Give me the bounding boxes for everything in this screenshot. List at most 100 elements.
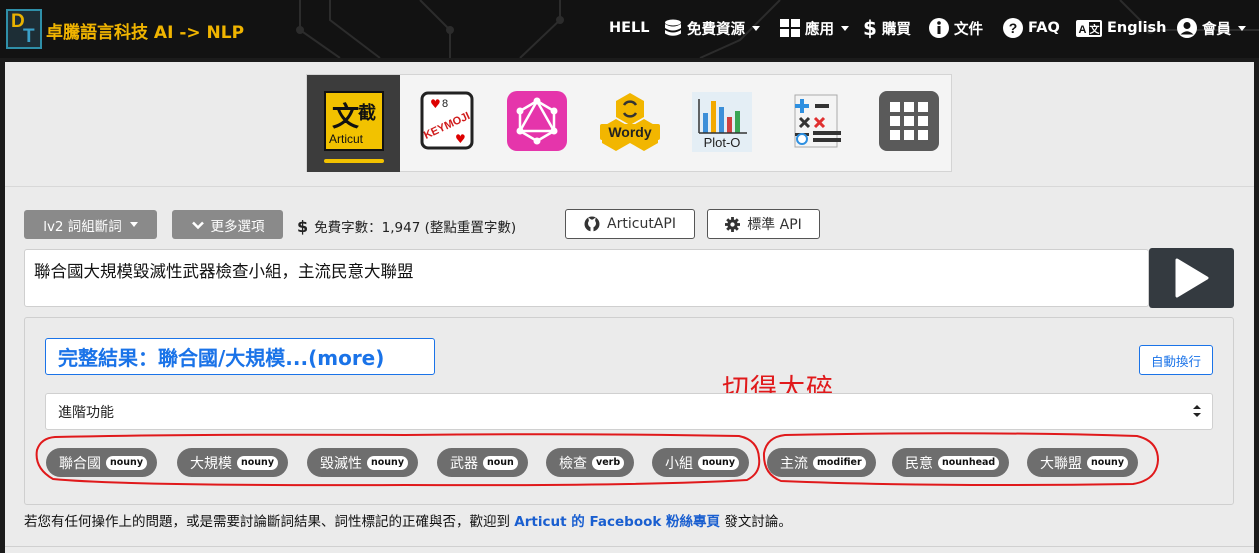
nav-docs[interactable]: 文件 <box>929 17 983 39</box>
nav-hell[interactable]: HELL <box>609 17 650 39</box>
playing-card-icon: ♥ 8 KEYMOJI ♥ <box>420 91 474 150</box>
token-pos-badge: nounhead <box>938 455 1000 470</box>
bar-chart-icon: Plot-O <box>692 92 752 152</box>
token-pos-badge: noun <box>483 455 518 470</box>
chevron-down-icon <box>752 25 760 31</box>
gear-icon <box>725 216 741 232</box>
svg-text:8: 8 <box>442 98 448 110</box>
plot-o-label: Plot-O <box>704 135 741 150</box>
token-pos-badge: modifier <box>813 455 866 470</box>
svg-text:文: 文 <box>1090 23 1101 36</box>
nav-hell-label: HELL <box>609 20 650 36</box>
articut-api-github-button[interactable]: ArticutAPI <box>565 209 695 239</box>
token-pos-badge: nouny <box>106 455 148 470</box>
token[interactable]: 武器 noun <box>437 448 528 477</box>
github-icon <box>584 216 600 232</box>
token[interactable]: 民意 nounhead <box>892 448 1010 477</box>
grid-icon <box>780 19 800 37</box>
tool-keymoji[interactable]: ♥ 8 KEYMOJI ♥ <box>417 91 477 151</box>
token-pos-badge: nouny <box>1087 455 1129 470</box>
token-pos-badge: nouny <box>698 455 740 470</box>
nav-apps[interactable]: 應用 <box>780 17 849 39</box>
token-pos-badge: nouny <box>367 455 409 470</box>
token-word: 聯合國 <box>59 455 101 472</box>
svg-text:?: ? <box>1009 20 1018 36</box>
dollar-icon: $ <box>297 216 309 236</box>
chevron-down-icon <box>191 221 204 229</box>
more-options-button[interactable]: 更多選項 <box>172 210 283 239</box>
chevron-down-icon <box>129 222 138 227</box>
token[interactable]: 主流 modifier <box>767 448 876 477</box>
graphql-icon <box>507 91 567 151</box>
active-indicator <box>324 159 384 163</box>
footer-note: 若您有任何操作上的問題，或是需要討論斷詞結果、詞性標記的正確與否，歡迎到 Art… <box>24 510 792 530</box>
more-options-label: 更多選項 <box>210 218 265 235</box>
footer-prefix: 若您有任何操作上的問題，或是需要討論斷詞結果、詞性標記的正確與否，歡迎到 <box>24 514 510 530</box>
chevron-down-icon <box>841 25 849 31</box>
token-word: 大聯盟 <box>1040 455 1082 472</box>
free-credit-info: $ 免費字數：1,947 (整點重置字數) <box>297 216 517 237</box>
apps-grid-icon <box>879 91 939 151</box>
tool-more-apps[interactable] <box>879 91 939 151</box>
database-icon <box>665 19 681 36</box>
facebook-fanpage-link[interactable]: Articut 的 Facebook 粉絲專頁 <box>514 514 720 530</box>
articut-icon: 文 截 Articut <box>324 91 384 151</box>
token[interactable]: 大聯盟 nouny <box>1027 448 1139 477</box>
tool-wordy[interactable]: Wordy <box>598 91 660 151</box>
token-pos-badge: nouny <box>237 455 279 470</box>
token-word: 檢查 <box>559 455 587 472</box>
github-label: ArticutAPI <box>607 216 676 232</box>
token-word: 大規模 <box>190 455 232 472</box>
chevron-down-icon <box>1238 25 1246 31</box>
calculator-icon <box>794 94 841 148</box>
tool-graphql[interactable] <box>507 91 567 151</box>
play-icon <box>1175 258 1208 298</box>
token[interactable]: 毀滅性 nouny <box>307 448 419 477</box>
articut-glyph: 文 <box>332 102 359 133</box>
nav-member[interactable]: 會員 <box>1177 17 1246 39</box>
nav-english[interactable]: A 文 English <box>1076 17 1167 39</box>
token-pos-badge: verb <box>592 455 625 470</box>
level-dropdown[interactable]: lv2 詞組斷詞 <box>24 210 157 239</box>
bottom-divider <box>5 546 1254 547</box>
token-word: 主流 <box>780 455 808 472</box>
input-textarea[interactable]: 聯合國大規模毀滅性武器檢查小組，主流民意大聯盟 <box>24 249 1149 307</box>
nav-free-resources[interactable]: 免費資源 <box>664 17 760 39</box>
footer-suffix: 發文討論。 <box>724 514 792 530</box>
main-panel: 文 截 Articut ♥ 8 KEYMOJI ♥ Wordy Plot-O l… <box>5 62 1254 553</box>
language-icon: A 文 <box>1076 19 1102 37</box>
token-word: 毀滅性 <box>320 455 362 472</box>
token-word: 武器 <box>450 455 478 472</box>
wordy-label: Wordy <box>608 124 652 140</box>
logo[interactable]: D T <box>6 9 42 49</box>
tool-articut[interactable]: 文 截 Articut <box>307 75 400 172</box>
nav-faq[interactable]: ? FAQ <box>1003 17 1060 39</box>
free-credit-text: 免費字數：1,947 (整點重置字數) <box>314 220 517 236</box>
info-icon <box>929 18 949 38</box>
tool-plot-o[interactable]: Plot-O <box>691 91 752 152</box>
token[interactable]: 大規模 nouny <box>177 448 289 477</box>
tool-calculator[interactable] <box>791 91 851 151</box>
nav-buy[interactable]: $ 購買 <box>863 16 911 40</box>
section-divider <box>5 186 1254 187</box>
run-button[interactable] <box>1149 248 1234 308</box>
token[interactable]: 檢查 verb <box>546 448 635 477</box>
nav-docs-label: 文件 <box>954 21 983 38</box>
nav-member-label: 會員 <box>1202 21 1231 38</box>
result-panel: 完整結果：聯合國/大規模...(more) 自動換行 切得太碎 進階功能 聯合國… <box>24 317 1234 505</box>
token-word: 小組 <box>665 455 693 472</box>
token[interactable]: 聯合國 nouny <box>46 448 158 477</box>
level-label: lv2 詞組斷詞 <box>43 218 122 235</box>
logo-letter-t: T <box>23 26 35 47</box>
token-list: 聯合國 nouny 大規模 nouny 毀滅性 nouny 武器 noun 檢查… <box>25 318 1235 506</box>
token-word: 民意 <box>905 455 933 472</box>
user-icon <box>1177 18 1197 38</box>
nav-english-label: English <box>1107 20 1167 36</box>
tool-selector: 文 截 Articut ♥ 8 KEYMOJI ♥ Wordy Plot-O <box>306 74 952 172</box>
svg-text:A: A <box>1079 24 1087 36</box>
brand-title[interactable]: 卓騰語言科技 AI -> NLP <box>46 18 244 43</box>
token[interactable]: 小組 nouny <box>652 448 750 477</box>
svg-text:♥: ♥ <box>430 97 441 111</box>
question-icon: ? <box>1003 18 1023 38</box>
standard-api-button[interactable]: 標準 API <box>707 209 820 239</box>
